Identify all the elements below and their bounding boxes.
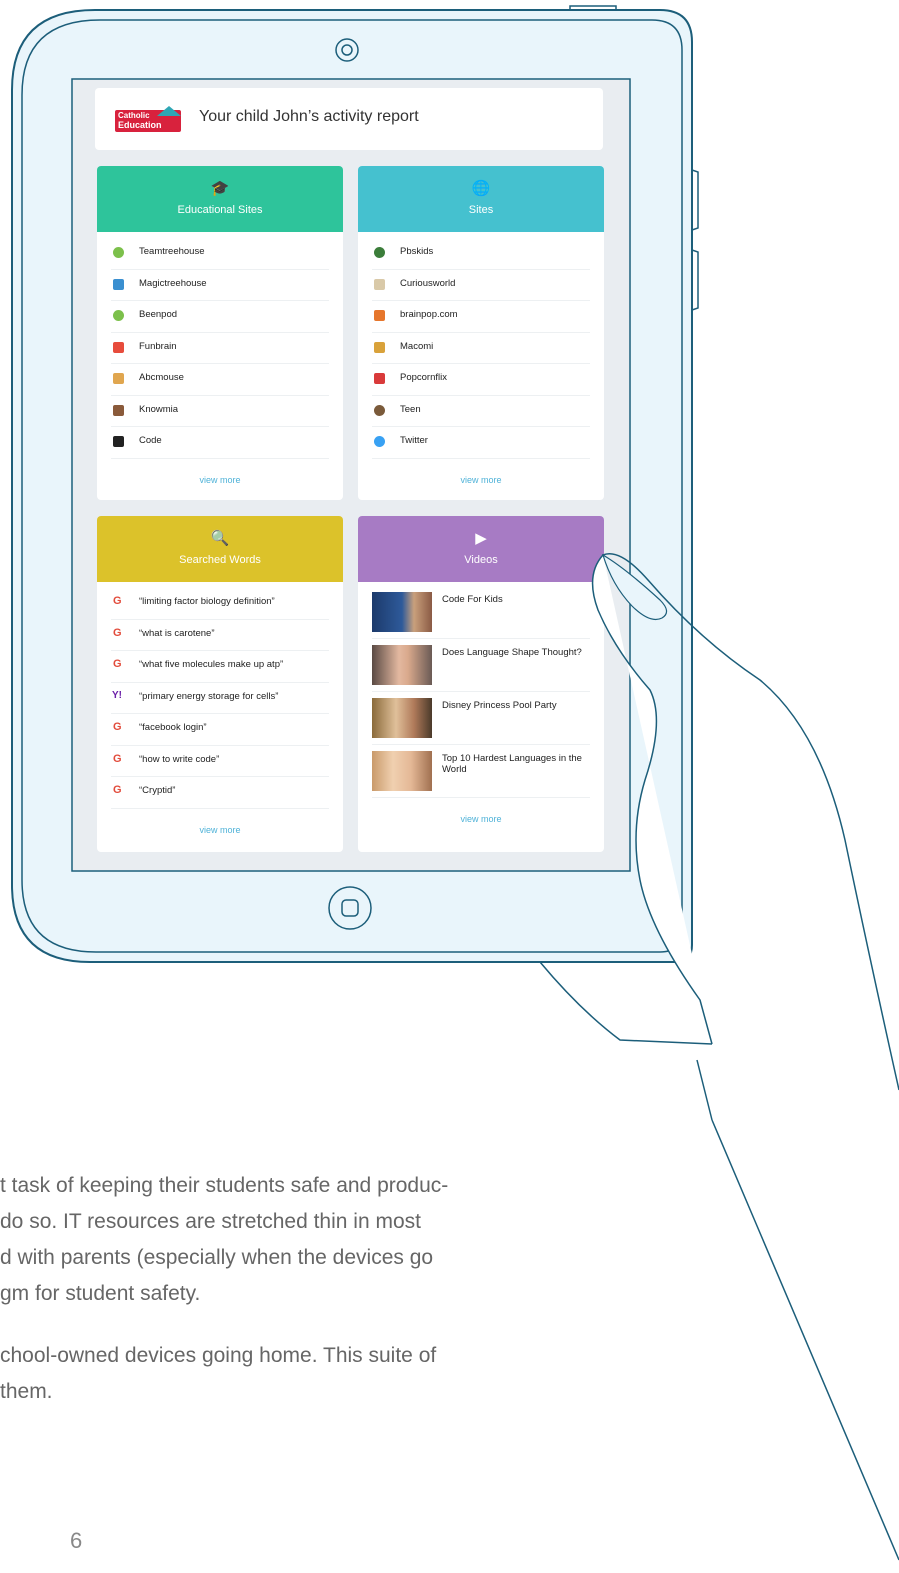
body-line-6: them. <box>0 1380 53 1403</box>
hand-illustration <box>539 553 899 1561</box>
body-line-1: t task of keeping their students safe an… <box>0 1174 449 1197</box>
page-number: 6 <box>70 1528 83 1553</box>
body-line-2: do so. IT resources are stretched thin i… <box>0 1210 421 1233</box>
body-line-4: gm for student safety. <box>0 1282 201 1305</box>
body-line-3: d with parents (especially when the devi… <box>0 1246 434 1269</box>
body-line-5: chool-owned devices going home. This sui… <box>0 1344 437 1367</box>
